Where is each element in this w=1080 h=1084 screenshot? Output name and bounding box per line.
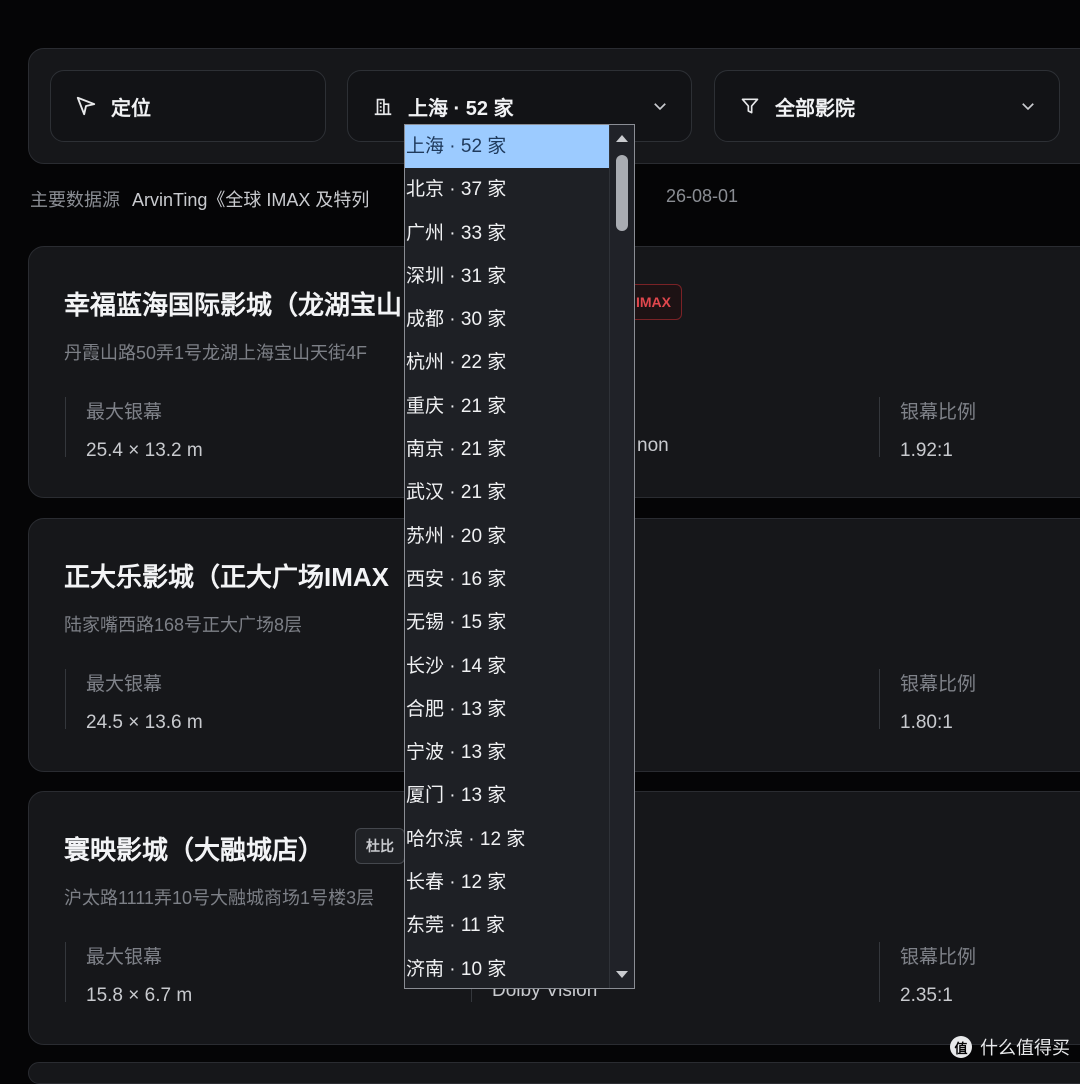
city-option[interactable]: 南京 · 21 家 bbox=[405, 428, 610, 471]
chevron-down-icon bbox=[651, 97, 669, 115]
city-option[interactable]: 无锡 · 15 家 bbox=[405, 601, 610, 644]
stat-aspect-ratio: 银幕比例 1.92:1 bbox=[879, 397, 977, 461]
cinema-type-value: 全部影院 bbox=[775, 97, 855, 120]
city-option[interactable]: 东莞 · 11 家 bbox=[405, 904, 610, 947]
dolby-badge: 杜比 bbox=[355, 828, 405, 864]
cinema-address: 沪太路1111弄10号大融城商场1号楼3层 bbox=[64, 888, 375, 908]
cinema-address: 陆家嘴西路168号正大广场8层 bbox=[64, 615, 303, 635]
chevron-down-icon bbox=[1019, 97, 1037, 115]
scrollbar[interactable] bbox=[609, 125, 634, 988]
city-option[interactable]: 长沙 · 14 家 bbox=[405, 645, 610, 688]
city-option[interactable]: 重庆 · 21 家 bbox=[405, 385, 610, 428]
city-option[interactable]: 苏州 · 20 家 bbox=[405, 515, 610, 558]
stat-aspect-ratio: 银幕比例 2.35:1 bbox=[879, 942, 977, 1006]
city-option[interactable]: 广州 · 33 家 bbox=[405, 212, 610, 255]
city-option[interactable]: 深圳 · 31 家 bbox=[405, 255, 610, 298]
stat-label: 最大银幕 bbox=[86, 674, 163, 695]
next-cinema-card[interactable] bbox=[28, 1062, 1080, 1084]
cinema-title: 正大乐影城（正大广场IMAX bbox=[64, 562, 390, 592]
scrollbar-thumb[interactable] bbox=[616, 155, 628, 231]
stat-value: 15.8 × 6.7 m bbox=[86, 985, 193, 1006]
stat-value: 24.5 × 13.6 m bbox=[86, 712, 203, 733]
scroll-down-arrow-icon[interactable] bbox=[614, 968, 630, 982]
building-icon bbox=[372, 95, 394, 117]
navigation-arrow-icon bbox=[75, 95, 97, 117]
city-option[interactable]: 宁波 · 13 家 bbox=[405, 731, 610, 774]
stat-label: 最大银幕 bbox=[86, 947, 163, 968]
data-source-link[interactable]: ArvinTing《全球 IMAX 及特列 bbox=[132, 190, 369, 210]
city-option[interactable]: 济南 · 10 家 bbox=[405, 948, 610, 988]
smzdm-watermark: 值 什么值得买 bbox=[950, 1034, 1070, 1060]
stat-label: 银幕比例 bbox=[900, 402, 977, 423]
stat-value: 1.80:1 bbox=[900, 712, 953, 733]
city-option[interactable]: 厦门 · 13 家 bbox=[405, 774, 610, 817]
stat-value: 25.4 × 13.2 m bbox=[86, 440, 203, 461]
stat-aspect-ratio: 银幕比例 1.80:1 bbox=[879, 669, 977, 733]
scroll-up-arrow-icon[interactable] bbox=[614, 131, 630, 145]
cinema-address: 丹霞山路50弄1号龙湖上海宝山天街4F bbox=[64, 343, 368, 363]
filter-icon bbox=[739, 95, 761, 117]
cinema-type-select[interactable]: 全部影院 bbox=[714, 70, 1060, 142]
data-source-line: 主要数据源 ArvinTing《全球 IMAX 及特列 26-08-01 bbox=[30, 186, 738, 212]
city-option[interactable]: 上海 · 52 家 bbox=[405, 125, 610, 169]
city-option[interactable]: 合肥 · 13 家 bbox=[405, 688, 610, 731]
stat-value: 2.35:1 bbox=[900, 985, 953, 1006]
stat-label: 最大银幕 bbox=[86, 402, 163, 423]
stat-label: 银幕比例 bbox=[900, 674, 977, 695]
city-option[interactable]: 长春 · 12 家 bbox=[405, 861, 610, 904]
city-option[interactable]: 杭州 · 22 家 bbox=[405, 341, 610, 384]
stat-max-screen: 最大银幕 25.4 × 13.2 m bbox=[65, 397, 203, 461]
stat-label: 银幕比例 bbox=[900, 947, 977, 968]
stat-max-screen: 最大银幕 24.5 × 13.6 m bbox=[65, 669, 203, 733]
city-option[interactable]: 成都 · 30 家 bbox=[405, 298, 610, 341]
city-option[interactable]: 武汉 · 21 家 bbox=[405, 471, 610, 514]
city-option[interactable]: 西安 · 16 家 bbox=[405, 558, 610, 601]
city-select-value: 上海 · 52 家 bbox=[408, 97, 514, 120]
cinema-title: 幸福蓝海国际影城（龙湖宝山 bbox=[64, 290, 403, 320]
data-source-date: 26-08-01 bbox=[666, 186, 739, 206]
city-option[interactable]: 北京 · 37 家 bbox=[405, 168, 610, 211]
smzdm-logo-icon: 值 bbox=[950, 1036, 972, 1058]
cinema-title: 寰映影城（大融城店） bbox=[64, 835, 325, 865]
city-dropdown-list[interactable]: 上海 · 52 家北京 · 37 家广州 · 33 家深圳 · 31 家成都 ·… bbox=[404, 124, 635, 989]
stat-value: 1.92:1 bbox=[900, 440, 953, 461]
locate-button[interactable]: 定位 bbox=[50, 70, 326, 142]
watermark-text: 什么值得买 bbox=[980, 1038, 1070, 1058]
city-option-list: 上海 · 52 家北京 · 37 家广州 · 33 家深圳 · 31 家成都 ·… bbox=[405, 125, 610, 988]
stat-max-screen: 最大银幕 15.8 × 6.7 m bbox=[65, 942, 192, 1006]
city-option[interactable]: 哈尔滨 · 12 家 bbox=[405, 818, 610, 861]
locate-label: 定位 bbox=[111, 97, 151, 120]
data-source-prefix: 主要数据源 bbox=[30, 190, 120, 210]
